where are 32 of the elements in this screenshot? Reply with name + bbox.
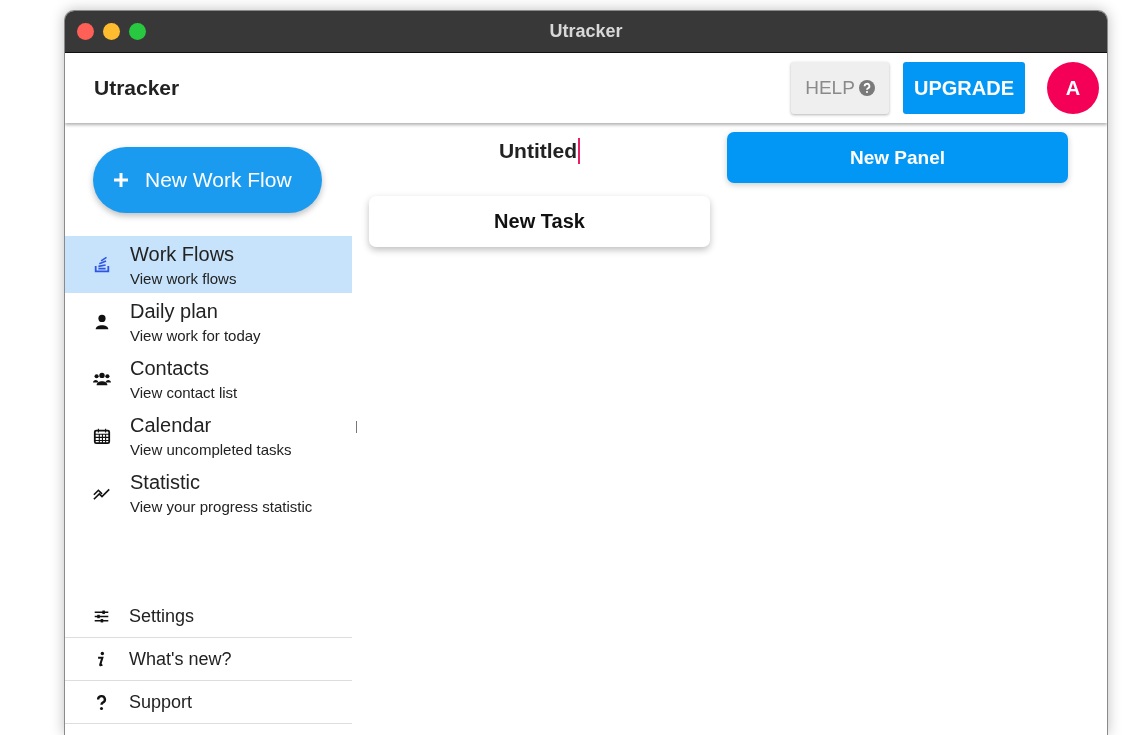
calendar-icon [93, 426, 111, 445]
nav-item[interactable]: Contacts View contact list [65, 350, 352, 407]
minimize-button[interactable] [103, 23, 120, 40]
nav-item-subtitle: View uncompleted tasks [130, 440, 292, 458]
nav-item[interactable]: Statistic View your progress statistic [65, 464, 352, 521]
user-avatar[interactable]: A [1047, 62, 1099, 114]
nav-item-title: Calendar [130, 413, 213, 437]
nav-item[interactable]: Work Flows View work flows [65, 236, 352, 293]
nav-item-title: Work Flows [130, 242, 236, 266]
help-icon [858, 80, 875, 96]
nav-item-subtitle: View your progress statistic [130, 497, 313, 515]
person-icon [93, 312, 111, 331]
resize-handle[interactable] [356, 421, 357, 433]
zoom-button[interactable] [129, 23, 146, 40]
nav-item-title: Statistic [130, 470, 202, 494]
nav-item-subtitle: View work flows [130, 269, 237, 287]
close-button[interactable] [77, 23, 94, 40]
menu-item[interactable]: Settings [65, 595, 352, 638]
window-title: Utracker [549, 21, 623, 42]
nav-item-subtitle: View contact list [130, 383, 238, 401]
plus-icon [113, 172, 129, 188]
new-task-button[interactable]: New Task [369, 196, 710, 247]
nav-item-title: Contacts [130, 356, 210, 380]
nav-item[interactable]: Calendar View uncompleted tasks [65, 407, 352, 464]
menu-item[interactable]: Support [65, 681, 352, 724]
menu-item[interactable]: What's new? [65, 638, 352, 681]
stack-icon [93, 255, 111, 274]
nav-item-subtitle: View work for today [130, 326, 261, 344]
app-name: Utracker [94, 76, 180, 100]
nav-item-title: Daily plan [130, 299, 219, 323]
nav-item[interactable]: Daily plan View work for today [65, 293, 352, 350]
title-field[interactable]: Untitled [498, 138, 581, 164]
